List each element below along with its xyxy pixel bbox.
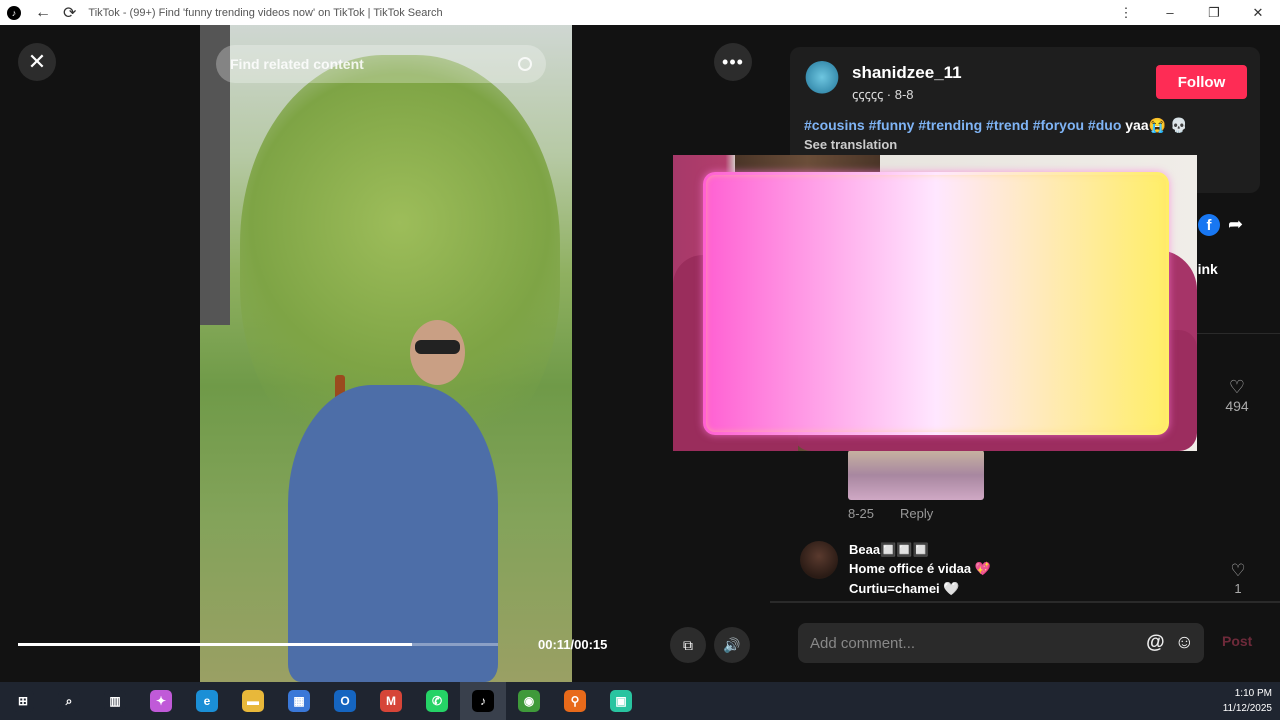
- comment-like-count: 1: [1234, 581, 1242, 596]
- search-icon[interactable]: [518, 57, 532, 71]
- add-comment-input[interactable]: Add comment... @ ☺: [798, 623, 1204, 663]
- facebook-share-icon[interactable]: f: [1198, 214, 1220, 236]
- store-icon-glyph: ▦: [288, 690, 310, 712]
- edge-icon-glyph: e: [196, 690, 218, 712]
- video-timecode: 00:11/00:15: [538, 637, 608, 652]
- task-view-icon-glyph: ▥: [104, 690, 126, 712]
- tiktok-icon[interactable]: ♪: [460, 682, 506, 720]
- main-area: Find related content ✕ ••• 00:11/00:15 ⧉…: [0, 25, 1280, 682]
- post-caption-tail: yaa😭 💀: [1121, 117, 1188, 133]
- video-stage: Find related content ✕ ••• 00:11/00:15 ⧉…: [0, 25, 770, 682]
- add-comment-placeholder: Add comment...: [810, 634, 916, 652]
- comment-like-count: 494: [1225, 398, 1249, 414]
- emoji-icon[interactable]: ☺: [1175, 632, 1194, 654]
- task-view-icon[interactable]: ▥: [92, 682, 138, 720]
- whatsapp-icon[interactable]: ✆: [414, 682, 460, 720]
- store-icon[interactable]: ▦: [276, 682, 322, 720]
- edge-icon[interactable]: e: [184, 682, 230, 720]
- post-subline: ꞔꞔꞔꞔꞔ · 8-8: [852, 87, 914, 102]
- system-clock[interactable]: 1:10 PM 11/12/2025: [1223, 686, 1272, 716]
- find-related-search[interactable]: Find related content: [216, 45, 546, 83]
- see-translation-link[interactable]: See translation: [804, 137, 897, 152]
- find-related-label: Find related content: [230, 56, 364, 72]
- more-options-button[interactable]: •••: [714, 43, 752, 81]
- copilot-icon-glyph: ✦: [150, 690, 172, 712]
- volume-button[interactable]: 🔊: [714, 627, 750, 663]
- close-video-button[interactable]: ✕: [18, 43, 56, 81]
- overlay-neon-frame: [703, 172, 1169, 435]
- minimize-button[interactable]: –: [1148, 5, 1192, 20]
- tiktok-app-icon: ♪: [7, 5, 21, 20]
- restore-button[interactable]: ❐: [1192, 5, 1236, 21]
- follow-button[interactable]: Follow: [1156, 65, 1247, 99]
- avatar[interactable]: [804, 61, 840, 97]
- video-progress-fill: [18, 643, 412, 646]
- recorder-app-icon-glyph: ▣: [610, 690, 632, 712]
- comment-text-line: Home office é vidaa 💖: [849, 561, 991, 576]
- comment-input-divider: [770, 601, 1280, 603]
- video-player[interactable]: Find related content: [200, 25, 572, 682]
- outlook-icon[interactable]: O: [322, 682, 368, 720]
- comment-text-line: Curtiu=chamei 🤍: [849, 581, 960, 596]
- post-hashtags[interactable]: #cousins #funny #trending #trend #foryou…: [804, 117, 1121, 133]
- picture-in-picture-button[interactable]: ⧉: [670, 627, 706, 663]
- comment-like-button[interactable]: ♡ 1: [1224, 561, 1252, 596]
- webcam-overlay: [673, 155, 1197, 451]
- comment-meta: 8-25 Reply: [848, 506, 959, 521]
- gmail-icon[interactable]: M: [368, 682, 414, 720]
- whatsapp-icon-glyph: ✆: [426, 690, 448, 712]
- magnifier-app-icon-glyph: ⚲: [564, 690, 586, 712]
- windows-start-icon[interactable]: ⊞: [0, 682, 46, 720]
- close-window-button[interactable]: ✕: [1236, 5, 1280, 21]
- video-frame-sunglasses: [415, 340, 460, 354]
- clock-time: 1:10 PM: [1234, 688, 1272, 699]
- chrome-icon[interactable]: ◉: [506, 682, 552, 720]
- recorder-app-icon[interactable]: ▣: [598, 682, 644, 720]
- search-icon[interactable]: ⌕: [46, 682, 92, 720]
- browser-title-bar: ♪ ← ⟳ TikTok - (99+) Find 'funny trendin…: [0, 0, 1280, 25]
- video-frame-person: [288, 385, 498, 682]
- reply-button[interactable]: Reply: [900, 506, 933, 521]
- video-progress-bar[interactable]: [18, 643, 498, 646]
- heart-icon[interactable]: ♡: [1222, 377, 1252, 398]
- post-comment-button[interactable]: Post: [1222, 633, 1252, 649]
- gmail-icon-glyph: M: [380, 690, 402, 712]
- back-icon[interactable]: ←: [35, 4, 51, 22]
- file-explorer-icon-glyph: ▬: [242, 690, 264, 712]
- window-title: TikTok - (99+) Find 'funny trending vide…: [88, 6, 443, 19]
- post-username[interactable]: shanidzee_11: [852, 63, 962, 83]
- comment-like-button[interactable]: ♡ 494: [1222, 377, 1252, 414]
- search-icon-glyph: ⌕: [58, 690, 80, 712]
- menu-icon[interactable]: ⋮: [1104, 5, 1148, 21]
- magnifier-app-icon[interactable]: ⚲: [552, 682, 598, 720]
- outlook-icon-glyph: O: [334, 690, 356, 712]
- commenter-name[interactable]: Beaa🔲🔲🔲: [849, 542, 929, 558]
- comment-date: 8-25: [848, 506, 875, 521]
- commenter-avatar[interactable]: [800, 541, 838, 579]
- windows-start-icon-glyph: ⊞: [12, 690, 34, 712]
- post-caption: #cousins #funny #trending #trend #foryou…: [804, 117, 1187, 134]
- reload-icon[interactable]: ⟳: [63, 3, 76, 23]
- share-icon[interactable]: ➦: [1228, 214, 1243, 235]
- mention-icon[interactable]: @: [1146, 632, 1165, 654]
- copilot-icon[interactable]: ✦: [138, 682, 184, 720]
- file-explorer-icon[interactable]: ▬: [230, 682, 276, 720]
- chrome-icon-glyph: ◉: [518, 690, 540, 712]
- heart-icon[interactable]: ♡: [1224, 561, 1252, 581]
- tiktok-icon-glyph: ♪: [472, 690, 494, 712]
- clock-date: 11/12/2025: [1222, 703, 1272, 714]
- windows-taskbar: ⊞ ⌕ ▥ ✦ e ▬ ▦ O M ✆ ♪ ◉ ⚲ ▣ 1:10 PM 11/12/2025: [0, 682, 1280, 720]
- comment-image-thumbnail[interactable]: [848, 450, 984, 500]
